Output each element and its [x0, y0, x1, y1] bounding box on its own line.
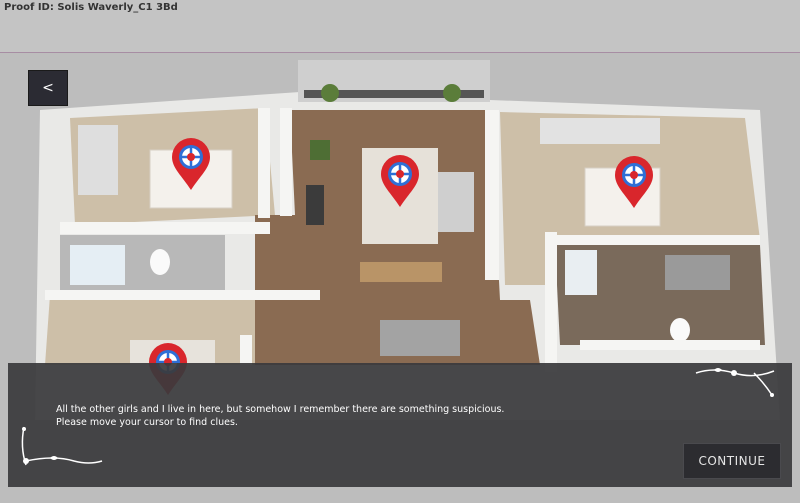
bathtub [70, 245, 125, 285]
shower [565, 250, 597, 295]
dialog-line-2: Please move your cursor to find clues. [56, 417, 238, 428]
continue-button[interactable]: CONTINUE [683, 443, 781, 479]
proof-id-label: Proof ID: Solis Waverly_C1 3Bd [4, 2, 178, 13]
kitchen-island [380, 320, 460, 356]
corner-ornament-icon [695, 368, 775, 397]
dialog-text: All the other girls and I live in here, … [56, 403, 504, 429]
window [78, 125, 118, 195]
dialog-box: All the other girls and I live in here, … [8, 363, 792, 487]
plant [321, 84, 339, 102]
vanity [665, 255, 730, 290]
clue-marker-living-room-icon[interactable] [377, 153, 423, 209]
dining-table [360, 262, 442, 282]
toilet [150, 249, 170, 275]
top-bar: Proof ID: Solis Waverly_C1 3Bd [0, 0, 800, 52]
back-button[interactable]: < [28, 70, 68, 106]
plant [443, 84, 461, 102]
toilet [670, 318, 690, 342]
plant [310, 140, 330, 160]
tv-stand [306, 185, 324, 225]
clue-marker-bedroom-right-icon[interactable] [611, 154, 657, 210]
sofa [438, 172, 474, 232]
window [540, 118, 660, 144]
dialog-line-1: All the other girls and I live in here, … [56, 404, 505, 415]
clue-marker-bedroom-top-left-icon[interactable] [168, 136, 214, 192]
